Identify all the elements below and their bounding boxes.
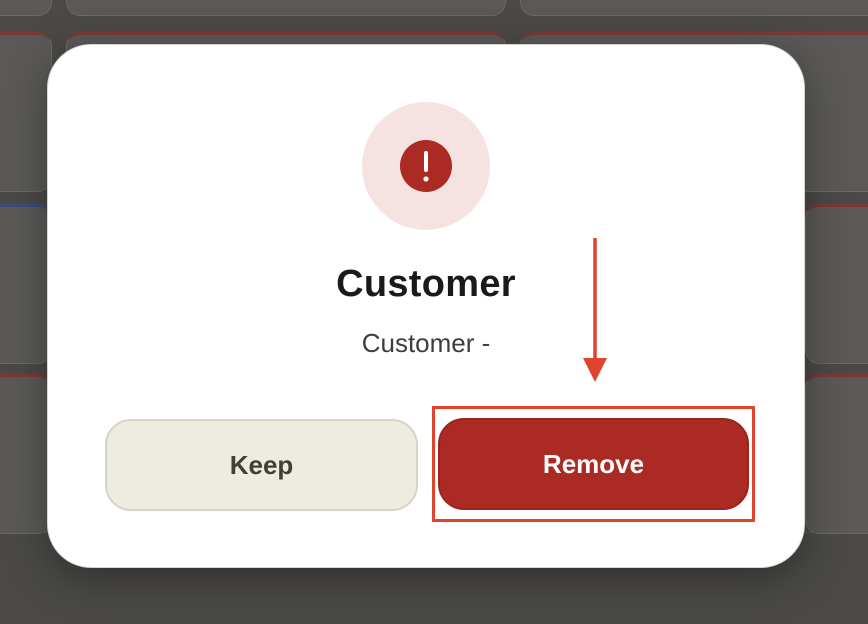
background-card	[0, 204, 52, 364]
background-card	[520, 0, 868, 16]
confirm-remove-dialog: Customer Customer - Keep Remove	[47, 44, 805, 568]
background-card	[805, 204, 868, 364]
background-card	[0, 0, 52, 16]
alert-badge	[362, 102, 490, 230]
dialog-subtitle: Customer -	[361, 328, 491, 358]
alert-exclamation-icon	[400, 140, 452, 192]
background-card	[805, 374, 868, 534]
keep-button[interactable]: Keep	[105, 419, 418, 511]
remove-button[interactable]: Remove	[438, 418, 749, 510]
dialog-title: Customer	[336, 263, 516, 305]
app-screen: Customer Customer - Keep Remove	[0, 0, 868, 624]
background-card	[0, 32, 52, 192]
background-card	[66, 0, 506, 16]
background-card	[0, 374, 52, 534]
